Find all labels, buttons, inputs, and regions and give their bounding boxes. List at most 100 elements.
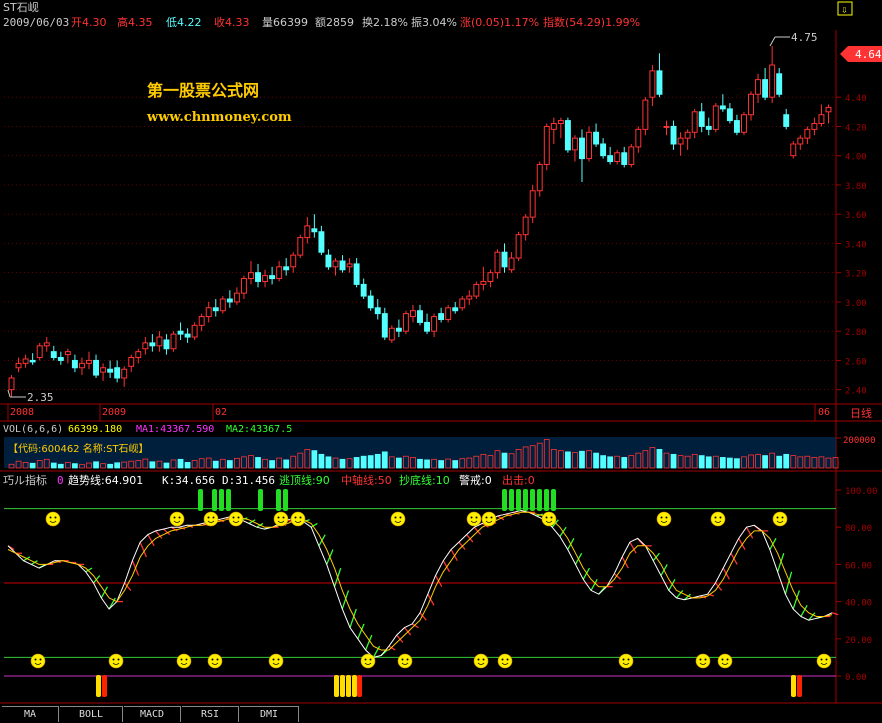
ticks-layer: 4.40 4.20 4.00 3.80 3.60 3.40 3.20 3.00 2.80 2.60…: [845, 94, 878, 683]
vol-ma1: MA1:43367.590: [136, 424, 214, 435]
ind-warn: 警戒:0: [459, 473, 492, 487]
svg-text:⇩: ⇩: [841, 3, 848, 16]
candle: [748, 91, 754, 121]
tab-macd[interactable]: MACD: [124, 706, 181, 722]
ind-tick-label-2: 60.00: [845, 561, 872, 571]
x-label-02: 02: [215, 407, 227, 418]
candle: [360, 278, 367, 300]
escape-signal-bar: [219, 489, 224, 511]
escape-signal-bar: [516, 489, 521, 511]
vol-bar: [353, 457, 360, 469]
candle: [64, 348, 71, 364]
vol-bar: [184, 462, 191, 469]
candle: [163, 334, 170, 355]
candle: [128, 354, 135, 373]
ind-d: D:31.456: [222, 474, 275, 487]
candle: [705, 117, 712, 136]
d-line: [7, 511, 833, 651]
bottom-smiley-icon: [618, 653, 634, 669]
price-tick-label-5: 3.40: [845, 240, 867, 250]
candle: [783, 108, 790, 130]
candle: [325, 249, 332, 270]
current-price-tag: 4.64: [840, 46, 882, 62]
ind-trend: 趋势线:64.901: [68, 473, 143, 487]
ind-zero: 0: [57, 474, 64, 487]
bottom-smiley-icon: [30, 653, 46, 669]
candle: [290, 252, 297, 273]
candle: [121, 366, 128, 387]
top-smiley-icon: [169, 511, 185, 527]
candle: [712, 103, 719, 133]
vol-bar: [367, 455, 374, 469]
header-open: 开4.30: [71, 16, 107, 29]
bottom-smiley-icon: [473, 653, 489, 669]
bottom-smiley-icon: [360, 653, 376, 669]
candle: [353, 258, 360, 288]
escape-signal-bar: [509, 489, 514, 511]
vol-bar: [149, 461, 156, 469]
candle: [642, 97, 649, 136]
vol-ma2: MA2:43367.5: [226, 424, 292, 435]
escape-signal-bar: [276, 489, 281, 511]
watermark-url: www.chnmoney.com: [146, 110, 292, 125]
kd-hatch: [831, 612, 839, 616]
bottom-smiley-icon: [497, 653, 513, 669]
vol-bar: [283, 459, 290, 469]
vol-bar: [705, 456, 712, 469]
candle: [501, 243, 508, 273]
candle: [297, 234, 304, 259]
vol-bar: [621, 457, 628, 469]
vol-bar: [417, 458, 423, 469]
header-low: 低4.22: [166, 16, 202, 29]
ind-escape: 逃顶线:90: [279, 473, 330, 487]
candle: [628, 143, 635, 168]
candle: [149, 334, 156, 352]
bottom-smiley-icon: [717, 653, 733, 669]
top-smiley-icon: [541, 511, 557, 527]
vol-bar: [381, 451, 388, 469]
candle: [621, 146, 628, 168]
vol-bar: [163, 462, 170, 469]
vol-bar: [107, 463, 113, 469]
daily-label[interactable]: 日线: [850, 406, 872, 420]
top-smiley-icon: [481, 511, 497, 527]
bottom-signal-bar: [791, 675, 796, 697]
candle: [586, 126, 592, 162]
vol-bar: [339, 458, 346, 469]
escape-signal-bar: [544, 489, 549, 511]
candle: [388, 325, 395, 343]
price-tick-label-1: 4.20: [845, 123, 867, 133]
tab-dmi[interactable]: DMI: [240, 706, 299, 722]
candle: [459, 296, 466, 311]
vol-bar: [50, 462, 57, 469]
vol-bar: [269, 460, 275, 469]
ind-mid: 中轴线:50: [341, 473, 392, 487]
escape-signal-bar: [530, 489, 535, 511]
candle: [473, 281, 480, 300]
top-smiley-icon: [466, 511, 482, 527]
vol-bar: [776, 455, 783, 469]
candle: [8, 375, 15, 397]
candle: [480, 266, 487, 291]
bottom-signal-bar: [334, 675, 339, 697]
bottom-signal-bar: [96, 675, 101, 697]
ind-tick-label-4: 20.00: [845, 636, 872, 646]
price-tick-label-9: 2.60: [845, 357, 867, 367]
vol-bar: [360, 455, 367, 469]
stock-chart: 4.40 4.20 4.00 3.80 3.60 3.40 3.20 3.00 2.80 2.60…: [0, 0, 882, 704]
anchor-icon[interactable]: ⇩: [837, 1, 853, 16]
vol-bar: [565, 451, 571, 469]
tab-boll[interactable]: BOLL: [60, 706, 123, 722]
candle: [571, 135, 578, 162]
ind-bottom: 抄底线:10: [399, 473, 450, 487]
candle: [529, 184, 536, 223]
candle: [22, 354, 29, 368]
candle: [15, 357, 22, 373]
candle: [691, 108, 698, 139]
candle: [135, 348, 142, 364]
candle: [177, 322, 184, 340]
vol-bar: [424, 459, 430, 469]
tab-ma[interactable]: MA: [2, 706, 59, 722]
vol-title: VOL(6,6,6): [3, 424, 63, 435]
tab-rsi[interactable]: RSI: [182, 706, 239, 722]
